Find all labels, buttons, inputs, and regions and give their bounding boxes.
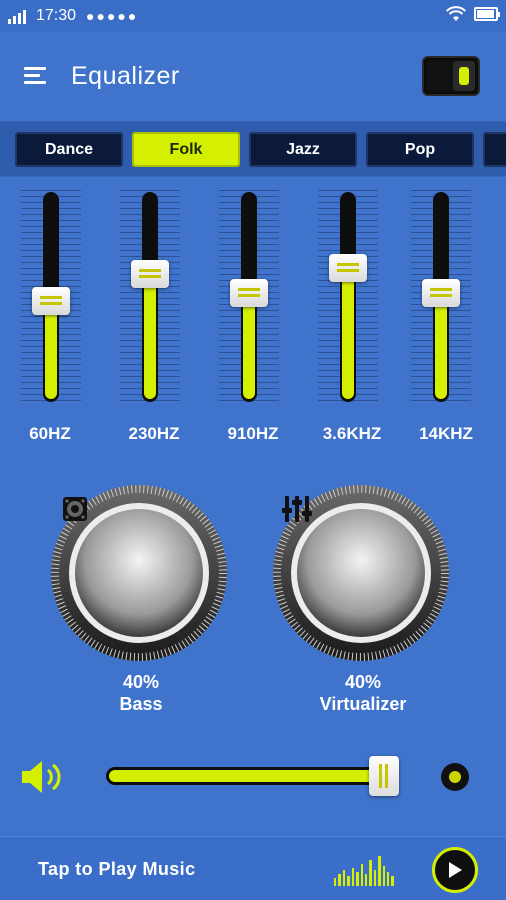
band-fill xyxy=(435,292,447,399)
band-slider-910hz[interactable] xyxy=(219,190,279,405)
band-label-14khz: 14KHZ xyxy=(419,424,473,443)
volume-thumb[interactable] xyxy=(369,756,400,796)
volume-slider[interactable] xyxy=(106,767,396,785)
band-thumb[interactable] xyxy=(230,278,268,307)
virtualizer-readout: 40% Virtualizer xyxy=(293,671,433,715)
band-slider-60hz[interactable] xyxy=(21,190,81,405)
battery-icon xyxy=(474,7,500,21)
status-bar: 17:30 ●●●●● xyxy=(0,0,506,32)
band-slider-230hz[interactable] xyxy=(120,190,180,405)
play-button[interactable] xyxy=(432,847,478,893)
play-icon xyxy=(449,862,462,878)
preset-next[interactable] xyxy=(483,132,506,167)
page-title: Equalizer xyxy=(71,62,180,90)
signal-icon xyxy=(8,8,26,24)
menu-icon[interactable] xyxy=(24,67,46,87)
visualizer-icon xyxy=(334,854,394,886)
band-slider-3-6khz[interactable] xyxy=(318,190,378,405)
band-label-230hz: 230HZ xyxy=(128,424,180,443)
wifi-icon xyxy=(446,6,466,21)
toggle-knob xyxy=(453,61,475,91)
preset-folk[interactable]: Folk xyxy=(132,132,240,167)
band-thumb[interactable] xyxy=(422,278,460,307)
status-time: 17:30 xyxy=(36,7,77,24)
loudness-indicator[interactable] xyxy=(441,763,469,791)
bass-value: 40% xyxy=(122,672,160,692)
bass-label: Bass xyxy=(119,694,163,714)
preset-pop[interactable]: Pop xyxy=(366,132,474,167)
band-fill xyxy=(342,267,354,399)
band-fill xyxy=(45,301,57,399)
band-thumb[interactable] xyxy=(131,259,169,288)
band-label-60hz: 60HZ xyxy=(29,424,71,443)
preset-dance[interactable]: Dance xyxy=(15,132,123,167)
band-thumb[interactable] xyxy=(329,253,367,282)
notification-dots: ●●●●● xyxy=(86,8,139,24)
band-thumb[interactable] xyxy=(32,287,70,316)
equalizer-power-toggle[interactable] xyxy=(422,56,480,96)
virtualizer-value: 40% xyxy=(344,672,382,692)
app-header: Equalizer xyxy=(0,40,506,116)
preset-jazz[interactable]: Jazz xyxy=(249,132,357,167)
volume-icon[interactable] xyxy=(20,757,66,797)
band-label-910hz: 910HZ xyxy=(227,424,279,443)
virtualizer-label: Virtualizer xyxy=(319,694,407,714)
sliders-icon xyxy=(282,496,312,522)
band-fill xyxy=(243,292,255,399)
volume-fill xyxy=(109,770,382,782)
virtualizer-knob[interactable] xyxy=(272,484,450,662)
tap-to-play-label[interactable]: Tap to Play Music xyxy=(38,859,196,880)
bass-readout: 40% Bass xyxy=(71,671,211,715)
speaker-icon xyxy=(63,497,87,521)
bass-knob[interactable] xyxy=(50,484,228,662)
band-label-3-6khz: 3.6KHZ xyxy=(322,424,382,443)
player-bar[interactable]: Tap to Play Music xyxy=(0,836,506,900)
band-fill xyxy=(144,273,156,399)
preset-bar: Dance Folk Jazz Pop xyxy=(0,121,506,177)
band-slider-14khz[interactable] xyxy=(411,190,471,405)
